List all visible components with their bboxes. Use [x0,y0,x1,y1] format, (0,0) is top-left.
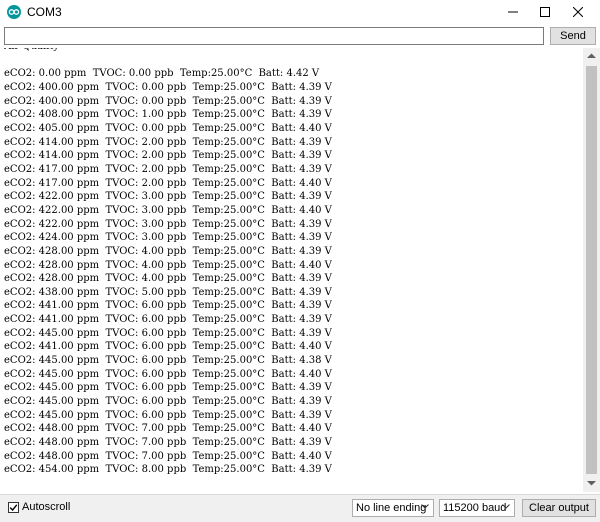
serial-line: eCO2: 417.00 ppm TVOC: 2.00 ppb Temp:25.… [4,163,332,175]
serial-line: eCO2: 438.00 ppm TVOC: 5.00 ppb Temp:25.… [4,286,332,298]
serial-input[interactable] [4,27,544,45]
serial-line: eCO2: 428.00 ppm TVOC: 4.00 ppb Temp:25.… [4,273,332,285]
serial-line: eCO2: 422.00 ppm TVOC: 3.00 ppb Temp:25.… [4,191,332,203]
status-bar: Autoscroll No line ending 115200 baud Cl… [0,494,600,522]
serial-line: eCO2: 441.00 ppm TVOC: 6.00 ppb Temp:25.… [4,300,332,312]
serial-line: eCO2: 424.00 ppm TVOC: 3.00 ppb Temp:25.… [4,232,332,244]
serial-line: eCO2: 422.00 ppm TVOC: 3.00 ppb Temp:25.… [4,218,332,230]
scroll-down-icon[interactable] [587,480,596,486]
serial-line: eCO2: 414.00 ppm TVOC: 2.00 ppb Temp:25.… [4,150,332,162]
serial-line: eCO2: 448.00 ppm TVOC: 7.00 ppb Temp:25.… [4,450,332,462]
serial-line: eCO2: 400.00 ppm TVOC: 0.00 ppb Temp:25.… [4,95,332,107]
serial-line: eCO2: 428.00 ppm TVOC: 4.00 ppb Temp:25.… [4,245,332,257]
serial-line: eCO2: 445.00 ppm TVOC: 6.00 ppb Temp:25.… [4,327,332,339]
scroll-up-icon[interactable] [587,53,596,59]
autoscroll-checkbox[interactable] [8,502,19,513]
serial-output: Air QualityeCO2: 0.00 ppm TVOC: 0.00 ppb… [2,48,583,492]
serial-line: eCO2: 448.00 ppm TVOC: 7.00 ppb Temp:25.… [4,423,332,435]
serial-line: eCO2: 445.00 ppm TVOC: 6.00 ppb Temp:25.… [4,409,332,421]
serial-line: eCO2: 441.00 ppm TVOC: 6.00 ppb Temp:25.… [4,341,332,353]
chevron-down-icon [421,504,429,509]
maximize-button[interactable] [530,0,560,24]
serial-line: eCO2: 428.00 ppm TVOC: 4.00 ppb Temp:25.… [4,259,332,271]
minimize-icon [508,11,518,13]
baud-rate-value: 115200 baud [443,502,507,514]
arduino-icon [7,5,21,19]
send-row: Send [0,24,600,48]
serial-line: eCO2: 445.00 ppm TVOC: 6.00 ppb Temp:25.… [4,396,332,408]
serial-line: eCO2: 441.00 ppm TVOC: 6.00 ppb Temp:25.… [4,314,332,326]
checkmark-icon [9,504,18,512]
line-ending-value: No line ending [356,502,427,514]
vertical-scrollbar[interactable] [583,48,600,492]
serial-line: eCO2: 405.00 ppm TVOC: 0.00 ppb Temp:25.… [4,122,332,134]
serial-line: eCO2: 408.00 ppm TVOC: 1.00 ppb Temp:25.… [4,109,332,121]
serial-line: eCO2: 0.00 ppm TVOC: 0.00 ppb Temp:25.00… [4,68,320,80]
serial-line: eCO2: 400.00 ppm TVOC: 0.00 ppb Temp:25.… [4,81,332,93]
line-ending-select[interactable]: No line ending [352,499,434,517]
close-button[interactable] [563,0,593,24]
clear-output-button[interactable]: Clear output [522,499,596,517]
serial-output-text: Air QualityeCO2: 0.00 ppm TVOC: 0.00 ppb… [4,48,332,477]
serial-line: eCO2: 448.00 ppm TVOC: 7.00 ppb Temp:25.… [4,437,332,449]
title-bar: COM3 [0,0,600,24]
minimize-button[interactable] [498,0,528,24]
serial-line: eCO2: 422.00 ppm TVOC: 3.00 ppb Temp:25.… [4,204,332,216]
serial-line: eCO2: 417.00 ppm TVOC: 2.00 ppb Temp:25.… [4,177,332,189]
serial-line: eCO2: 445.00 ppm TVOC: 6.00 ppb Temp:25.… [4,368,332,380]
close-icon [573,7,583,17]
maximize-icon [540,7,550,17]
send-button[interactable]: Send [550,27,596,45]
chevron-down-icon [502,504,510,509]
serial-line: eCO2: 445.00 ppm TVOC: 6.00 ppb Temp:25.… [4,382,332,394]
window-title: COM3 [27,5,62,19]
baud-rate-select[interactable]: 115200 baud [439,499,515,517]
scrollbar-thumb[interactable] [586,66,597,474]
serial-line [4,54,332,68]
autoscroll-label: Autoscroll [22,501,71,513]
serial-line: eCO2: 414.00 ppm TVOC: 2.00 ppb Temp:25.… [4,136,332,148]
serial-line: eCO2: 454.00 ppm TVOC: 8.00 ppb Temp:25.… [4,464,332,476]
serial-line: eCO2: 445.00 ppm TVOC: 6.00 ppb Temp:25.… [4,355,332,367]
